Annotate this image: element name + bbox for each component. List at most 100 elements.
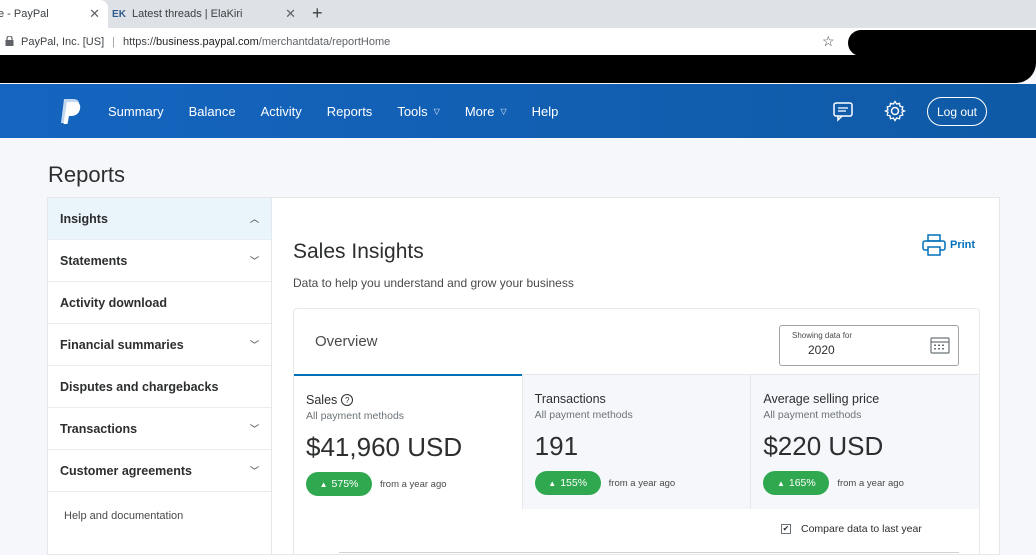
sidebar-item-label: Transactions	[60, 421, 138, 436]
chevron-down-icon: ﹀	[249, 466, 259, 476]
arrow-up-icon: ▲	[319, 479, 328, 489]
reports-sidebar: Insights ︿ Statements ﹀ Activity downloa…	[47, 197, 271, 555]
sidebar-item-label: Activity download	[60, 295, 167, 310]
nav-label: More	[464, 103, 495, 119]
bookmark-star-icon[interactable]: ☆	[822, 33, 835, 50]
lock-icon	[5, 34, 15, 48]
sidebar-item-disputes[interactable]: Disputes and chargebacks	[48, 366, 271, 408]
redaction-mark	[848, 30, 1036, 56]
sidebar-item-label: Customer agreements	[60, 463, 192, 478]
metric-subtitle: All payment methods	[763, 409, 862, 421]
metric-transactions[interactable]: Transactions All payment methods 191 ▲ 15…	[521, 374, 751, 509]
chart-baseline	[339, 552, 959, 553]
nav-label: Tools	[397, 103, 428, 119]
nav-label: Help	[531, 103, 559, 119]
print-button[interactable]: Print	[922, 234, 975, 256]
sidebar-item-customer-agreements[interactable]: Customer agreements ﹀	[48, 450, 271, 492]
chevron-down-icon: ▽	[433, 106, 440, 116]
metric-value: 191	[534, 431, 579, 461]
nav-label: Balance	[188, 103, 236, 119]
paypal-nav-bar: Summary Balance Activity Reports Tools ▽ …	[0, 84, 1036, 138]
change-value: 165%	[788, 477, 816, 489]
date-picker-label: Showing data for	[792, 331, 853, 340]
secure-org-label: PayPal, Inc. [US]	[21, 35, 105, 48]
calendar-icon[interactable]	[930, 335, 950, 355]
printer-icon	[922, 234, 946, 256]
browser-tab-paypal[interactable]: e - PayPal ✕	[0, 0, 108, 28]
metric-value: $41,960 USD	[306, 432, 463, 462]
sidebar-item-label: Statements	[60, 253, 128, 268]
arrow-up-icon: ▲	[548, 478, 557, 488]
nav-label: Summary	[108, 103, 164, 119]
tab-title: e - PayPal	[0, 8, 49, 20]
metric-name-text: Transactions	[534, 392, 606, 406]
metrics-row: Sales ? All payment methods $41,960 USD …	[294, 374, 980, 509]
section-subtitle: Data to help you understand and grow you…	[293, 276, 574, 290]
close-icon[interactable]: ✕	[89, 6, 100, 22]
change-badge: ▲ 155%	[534, 471, 601, 495]
arrow-up-icon: ▲	[776, 478, 785, 488]
nav-activity[interactable]: Activity	[261, 104, 302, 119]
metric-value: $220 USD	[763, 431, 884, 461]
change-period: from a year ago	[380, 479, 447, 490]
logout-button[interactable]: Log out	[927, 97, 987, 126]
sidebar-item-activity-download[interactable]: Activity download	[48, 282, 271, 324]
nav-tools[interactable]: Tools ▽	[397, 104, 440, 119]
metric-name-text: Average selling price	[763, 392, 880, 406]
date-picker-value: 2020	[808, 343, 835, 357]
sidebar-item-financial-summaries[interactable]: Financial summaries ﹀	[48, 324, 271, 366]
metric-name: Sales ?	[306, 393, 354, 407]
sidebar-item-transactions[interactable]: Transactions ﹀	[48, 408, 271, 450]
settings-gear-icon[interactable]	[884, 100, 906, 122]
compare-label: Compare data to last year	[801, 523, 922, 535]
section-title: Sales Insights	[293, 240, 424, 263]
url-path: /merchantdata/reportHome	[258, 35, 391, 48]
chevron-down-icon: ﹀	[249, 424, 259, 434]
change-value: 575%	[331, 478, 359, 490]
print-label: Print	[950, 239, 976, 251]
new-tab-icon[interactable]: +	[312, 3, 323, 24]
compare-last-year-toggle[interactable]: ✔ Compare data to last year	[781, 523, 922, 535]
metric-average-selling-price[interactable]: Average selling price All payment method…	[750, 374, 980, 509]
url-host: business.paypal.com	[156, 35, 259, 48]
redaction-mark	[0, 55, 1036, 83]
metric-name: Transactions	[535, 392, 606, 406]
overview-card: Overview Showing data for 2020 Sales ? A…	[293, 308, 980, 555]
change-badge: ▲ 165%	[763, 471, 830, 495]
chevron-up-icon: ︿	[249, 214, 259, 224]
change-period: from a year ago	[837, 478, 904, 489]
paypal-logo-icon[interactable]	[58, 97, 82, 125]
date-picker[interactable]: Showing data for 2020	[779, 325, 959, 366]
nav-label: Reports	[326, 103, 373, 119]
compare-checkbox[interactable]: ✔	[781, 524, 791, 534]
sidebar-item-insights[interactable]: Insights ︿	[48, 198, 271, 240]
change-period: from a year ago	[608, 478, 676, 489]
page-title: Reports	[48, 162, 126, 187]
metric-name: Average selling price	[763, 392, 879, 406]
metric-name-text: Sales	[306, 393, 338, 407]
message-center-icon[interactable]	[832, 100, 854, 122]
nav-help[interactable]: Help	[532, 104, 559, 119]
chevron-down-icon: ﹀	[249, 256, 259, 266]
browser-tab-elakiri[interactable]: EK Latest threads | ElaKiri ✕	[112, 0, 304, 28]
chevron-down-icon: ﹀	[249, 340, 259, 350]
help-question-icon[interactable]: ?	[341, 394, 354, 406]
metric-sales[interactable]: Sales ? All payment methods $41,960 USD …	[294, 374, 522, 509]
nav-summary[interactable]: Summary	[108, 104, 164, 119]
address-separator: |	[112, 35, 116, 48]
overview-title: Overview	[315, 333, 378, 350]
elakiri-favicon-icon: EK	[112, 8, 126, 20]
nav-more[interactable]: More ▽	[465, 104, 507, 119]
close-icon[interactable]: ✕	[285, 6, 296, 22]
chevron-down-icon: ▽	[500, 106, 507, 116]
browser-tab-bar: e - PayPal ✕ EK Latest threads | ElaKiri…	[0, 0, 1036, 28]
nav-menu: Summary Balance Activity Reports Tools ▽ …	[108, 84, 583, 138]
help-documentation-link[interactable]: Help and documentation	[48, 492, 271, 540]
metric-subtitle: All payment methods	[534, 409, 633, 421]
sidebar-item-statements[interactable]: Statements ﹀	[48, 240, 271, 282]
nav-reports[interactable]: Reports	[327, 104, 373, 119]
nav-label: Activity	[260, 103, 302, 119]
url-scheme: https://	[123, 35, 157, 48]
nav-balance[interactable]: Balance	[189, 104, 236, 119]
change-badge: ▲ 575%	[306, 472, 372, 496]
